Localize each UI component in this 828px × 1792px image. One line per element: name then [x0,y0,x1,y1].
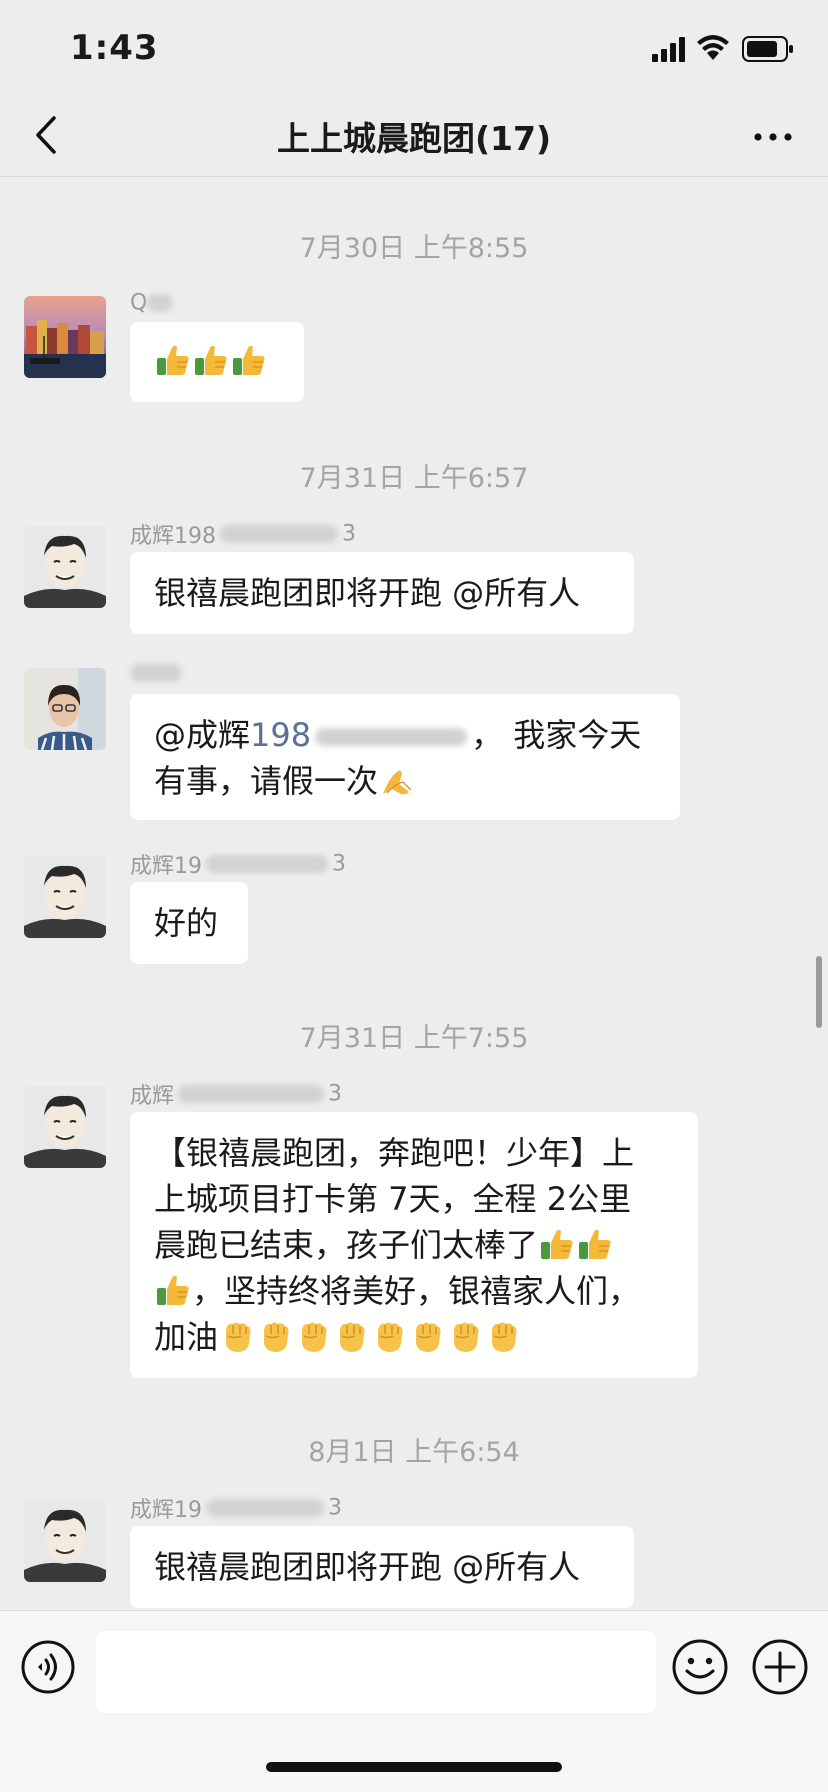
status-bar: 1:43 [0,0,828,100]
message-text: ，坚持终将美好，银禧家人们， [192,1272,641,1310]
timestamp: 7月30日 上午8:55 [299,233,529,264]
message-bubble[interactable]: 银禧晨跑团即将开跑 @所有人 [130,552,634,634]
battery-icon [742,36,793,62]
message-line: 有事，请假一次 [154,758,656,804]
message-bubble[interactable]: 银禧晨跑团即将开跑 @所有人 [130,1526,634,1608]
message-bubble[interactable] [130,322,304,402]
avatar[interactable] [24,526,106,608]
message-line: @成辉198 ， 我家今天 [154,712,656,758]
plus-icon[interactable] [750,1637,810,1697]
fist-icon [257,1318,293,1354]
sender-name: 成辉19 3 [130,1495,342,1524]
sender-name: 成辉198 3 [130,521,356,550]
smiley-icon[interactable] [670,1637,730,1697]
message-line: 上城项目打卡第 7天，全程 2公里 [154,1180,632,1218]
message-line: 晨跑已结束，孩子们太棒了 [154,1222,674,1268]
chat-title: 上上城晨跑团(17) [276,119,552,158]
thumbs-up-icon [155,1272,191,1308]
avatar[interactable] [24,856,106,938]
message-bubble[interactable]: 【银禧晨跑团，奔跑吧！少年】上 上城项目打卡第 7天，全程 2公里 晨跑已结束，… [130,1112,698,1378]
timestamp: 7月31日 上午7:55 [299,1023,529,1054]
thumbs-up-icon [155,342,191,378]
chat-screen: 1:43 上上城晨跑团(17) 7月30日 上午8:55 Q 7月31日 上午6… [0,0,828,1792]
message-input[interactable] [96,1631,656,1713]
redacted-blur [130,664,182,682]
mention-number: 198 [250,716,312,754]
fist-icon [333,1318,369,1354]
voice-icon[interactable] [20,1639,76,1695]
message-line: ，坚持终将美好，银禧家人们， [154,1268,674,1314]
more-dots-icon[interactable] [748,112,798,162]
message-text: 有事，请假一次 [154,762,379,800]
message-text: 加油 [154,1318,219,1356]
fist-icon [485,1318,521,1354]
fist-icon [371,1318,407,1354]
sender-name: 成辉 3 [130,1081,343,1110]
redacted-blur [315,728,468,746]
message-bubble[interactable]: @成辉198 ， 我家今天 有事，请假一次 [130,694,680,820]
message-line: 加油 [154,1314,674,1360]
avatar[interactable] [24,296,106,378]
status-time: 1:43 [70,28,159,68]
avatar[interactable] [24,668,106,750]
message-text: 银禧晨跑团即将开跑 @所有人 [154,574,581,612]
thumbs-up-icon [577,1226,613,1262]
mention-text: @成辉 [154,716,251,754]
message-text: 银禧晨跑团即将开跑 @所有人 [154,1548,581,1586]
cellular-signal-icon [652,37,685,62]
message-bubble[interactable]: 好的 [130,882,248,964]
message-line: 【银禧晨跑团，奔跑吧！少年】上 [154,1134,635,1172]
thumbs-up-icon [231,342,267,378]
avatar[interactable] [24,1500,106,1582]
redacted-blur [147,294,174,312]
fist-icon [447,1318,483,1354]
home-indicator[interactable] [266,1762,562,1772]
thumbs-up-icon [539,1226,575,1262]
praying-hands-icon [379,762,415,798]
message-text: 晨跑已结束，孩子们太棒了 [154,1226,539,1264]
timestamp: 7月31日 上午6:57 [299,463,529,494]
avatar[interactable] [24,1086,106,1168]
fist-icon [295,1318,331,1354]
redacted-blur [206,1499,324,1517]
scroll-indicator[interactable] [816,956,822,1028]
thumbs-up-icon [193,342,229,378]
sender-name: 成辉19 3 [130,851,346,880]
sender-name [130,660,182,690]
fist-icon [219,1318,255,1354]
fist-icon [409,1318,445,1354]
redacted-blur [178,1085,325,1103]
wifi-icon [697,35,729,60]
redacted-blur [206,855,328,873]
nav-bar: 上上城晨跑团(17) [0,100,828,177]
message-text: 好的 [154,904,219,942]
sender-name: Q [130,290,174,320]
timestamp: 8月1日 上午6:54 [308,1437,520,1468]
message-text: ， 我家今天 [471,716,642,754]
redacted-blur [220,525,338,543]
